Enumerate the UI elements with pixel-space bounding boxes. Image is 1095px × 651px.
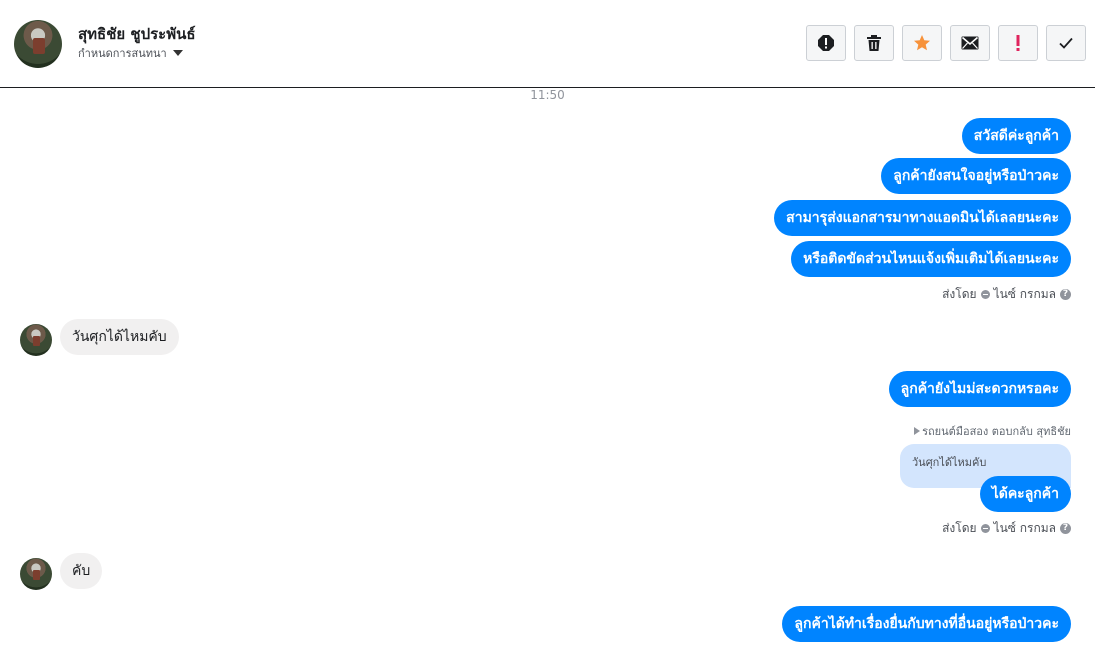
avatar [20, 324, 52, 356]
outgoing-message[interactable]: ลูกค้ายังสนใจอยู่หรือป่าวคะ [881, 158, 1071, 194]
caret-down-icon [172, 50, 183, 56]
outgoing-message[interactable]: ลูกค้าได้ทำเรื่องยื่นกับทางที่อื่นอยู่หร… [782, 606, 1071, 642]
mark-spam-button[interactable] [998, 25, 1038, 61]
time-divider: 11:50 [530, 88, 565, 102]
contact-name[interactable]: สุทธิชัย ชูประพันธ์ [78, 22, 196, 46]
sent-by-label: ส่งโดย [942, 521, 977, 535]
star-icon [914, 35, 930, 51]
reply-icon [914, 427, 921, 435]
mark-unread-button[interactable] [950, 25, 990, 61]
report-button[interactable] [806, 25, 846, 61]
outgoing-message[interactable]: ลูกค้ายังไมม่สะดวกหรอคะ [888, 371, 1071, 407]
sender-name: ไนซ์ กรกมล [993, 521, 1056, 535]
sender-name: ไนซ์ กรกมล [993, 287, 1056, 301]
conversation-header: สุทธิชัย ชูประพันธ์ กำหนดการสนทนา [0, 0, 1095, 88]
outgoing-reply-message[interactable]: ได้คะลูกค้า [979, 476, 1071, 512]
exclamation-icon [1016, 35, 1020, 51]
trash-icon [867, 35, 881, 51]
reply-note: รถยนต์มือสอง ตอบกลับ สุทธิชัย [914, 422, 1071, 440]
help-icon[interactable]: ? [1060, 289, 1071, 300]
star-button[interactable] [902, 25, 942, 61]
help-icon[interactable]: ? [1060, 523, 1071, 534]
outgoing-message[interactable]: หรือติดขัดส่วนไหนแจ้งเพิ่มเติมได้เลยนะคะ [791, 241, 1071, 277]
assign-label: กำหนดการสนทนา [78, 47, 167, 60]
avatar [20, 558, 52, 590]
mark-done-button[interactable] [1046, 25, 1086, 61]
sent-by-info: ส่งโดย ไนซ์ กรกมล ? [942, 519, 1071, 538]
sent-by-label: ส่งโดย [942, 287, 977, 301]
envelope-icon [961, 36, 979, 50]
action-toolbar [806, 25, 1086, 61]
outgoing-message[interactable]: สวัสดีค่ะลูกค้า [961, 118, 1071, 154]
quoted-text: วันศุกได้ไหมคับ [912, 456, 987, 469]
incoming-message[interactable]: คับ [60, 553, 103, 589]
incoming-message[interactable]: วันศุกได้ไหมคับ [60, 319, 179, 355]
avatar[interactable] [14, 20, 62, 68]
admin-status-icon [980, 524, 990, 533]
checkmark-icon [1059, 37, 1073, 49]
assign-conversation-dropdown[interactable]: กำหนดการสนทนา [78, 44, 183, 62]
reply-note-text: รถยนต์มือสอง ตอบกลับ สุทธิชัย [922, 425, 1071, 438]
sent-by-info: ส่งโดย ไนซ์ กรกมล ? [942, 285, 1071, 304]
delete-button[interactable] [854, 25, 894, 61]
admin-status-icon [980, 290, 990, 299]
outgoing-message[interactable]: สามารุส่งแอกสารมาทางแอดมินได้เลลยนะคะ [774, 200, 1071, 236]
report-icon [818, 35, 834, 51]
